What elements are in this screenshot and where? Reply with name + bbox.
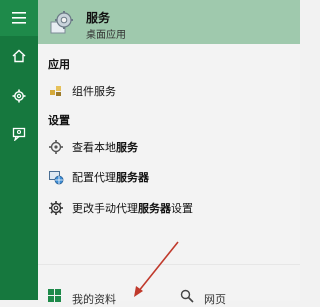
section-header-settings: 设置 [48,114,70,127]
label-prefix: 更改手动代理 [72,202,138,215]
label-prefix: 配置代理 [72,171,116,184]
search-icon [180,289,194,303]
label-highlight: 服务器 [116,171,149,184]
services-gear-icon [50,11,73,34]
feedback-icon [12,127,26,141]
home-button[interactable] [0,38,38,74]
section-header-apps: 应用 [48,58,70,71]
tab-my-stuff[interactable]: 我的资料 [38,265,158,306]
label-prefix: 查看本地 [72,141,116,154]
settings-gear-icon [48,200,64,216]
menu-button[interactable] [0,0,38,36]
view-services-icon [48,139,64,155]
list-item-configure-proxy[interactable]: 配置代理服务器 [38,166,300,188]
label-suffix: 设置 [171,202,193,215]
settings-button[interactable] [0,78,38,114]
hamburger-icon [12,12,26,24]
tab-my-stuff-label: 我的资料 [72,293,116,306]
proxy-icon [48,169,64,185]
tab-web[interactable]: 网页 [168,265,300,306]
label-highlight: 服务 [116,141,138,154]
best-match-subtitle: 桌面应用 [86,30,126,41]
start-rail [0,0,38,300]
component-services-icon [48,83,64,99]
list-item-label: 组件服务 [72,85,116,98]
best-match-title: 服务 [86,11,111,25]
search-results-panel: 服务 桌面应用 应用 组件服务 设置 查看本地服务 配置代理服务器 更改手动代理… [38,0,300,306]
list-item-change-manual-proxy[interactable]: 更改手动代理服务器设置 [38,197,300,219]
list-item-view-local-services[interactable]: 查看本地服务 [38,136,300,158]
home-icon [12,49,26,63]
tab-web-label: 网页 [204,293,226,306]
feedback-button[interactable] [0,116,38,152]
windows-logo-icon [48,289,61,302]
best-match-result[interactable]: 服务 桌面应用 [38,0,300,44]
label-highlight: 服务器 [138,202,171,215]
search-scope-bar: 我的资料 网页 [38,264,300,306]
list-item-component-services[interactable]: 组件服务 [38,80,300,102]
gear-icon [12,89,26,103]
